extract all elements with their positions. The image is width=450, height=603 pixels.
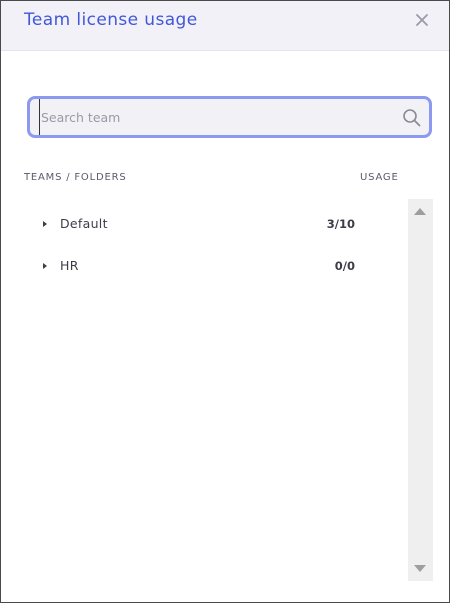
caret-right-icon[interactable] [43, 263, 47, 269]
scroll-up-icon[interactable] [414, 208, 426, 215]
team-usage: 3/10 [326, 217, 355, 231]
team-row-default[interactable]: Default 3/10 [28, 215, 398, 235]
team-name: Default [60, 216, 108, 231]
search-input[interactable] [39, 99, 396, 135]
team-usage: 0/0 [334, 259, 355, 273]
team-list: Default 3/10 HR 0/0 [28, 201, 408, 581]
search-icon[interactable] [402, 108, 421, 127]
search-box [27, 96, 432, 138]
team-row-hr[interactable]: HR 0/0 [28, 257, 398, 277]
teams-column-header: TEAMS / FOLDERS [24, 172, 127, 183]
caret-right-icon[interactable] [43, 221, 47, 227]
dialog-title: Team license usage [24, 10, 198, 30]
dialog-header: Team license usage [1, 1, 449, 51]
team-license-dialog: Team license usage TEAMS / FOLDERS USAGE… [0, 0, 450, 603]
scroll-down-icon[interactable] [414, 565, 426, 572]
list-scrollbar[interactable] [408, 199, 433, 581]
close-icon[interactable] [413, 11, 431, 29]
usage-column-header: USAGE [360, 172, 399, 183]
team-name: HR [60, 258, 79, 273]
